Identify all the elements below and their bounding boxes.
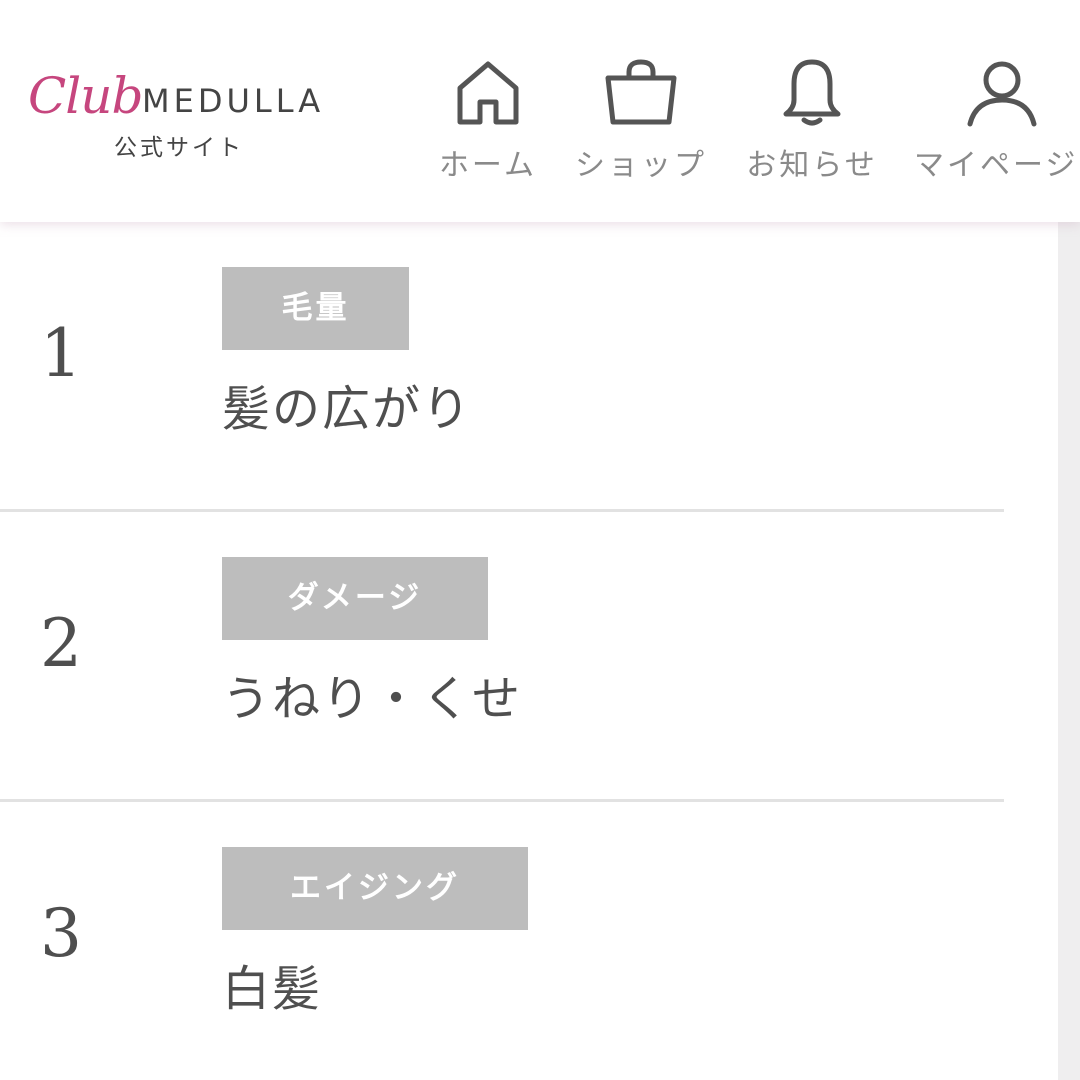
user-icon: [966, 56, 1038, 128]
nav-news[interactable]: お知らせ: [744, 56, 880, 196]
logo-subtitle: 公式サイト: [114, 135, 244, 161]
category-tag: 毛量: [222, 267, 409, 350]
rank-number: 2: [40, 605, 82, 682]
ranking-list: 1 毛量 髪の広がり 2 ダメージ うねり・くせ 3 エイジング 白髪: [0, 222, 1004, 1080]
concern-title: 髪の広がり: [222, 381, 473, 437]
nav-home-label: ホーム: [438, 148, 538, 183]
category-tag: エイジング: [222, 847, 528, 930]
scrollbar-track[interactable]: [1058, 222, 1080, 1080]
bell-icon: [776, 56, 848, 128]
shopping-bag-icon: [605, 56, 677, 128]
category-tag: ダメージ: [222, 557, 488, 640]
ranking-item[interactable]: 3 エイジング 白髪: [0, 802, 1004, 1080]
nav-home[interactable]: ホーム: [432, 56, 544, 196]
home-icon: [452, 56, 524, 128]
rank-number: 3: [40, 895, 82, 972]
logo-brand-name: MEDULLA: [142, 82, 325, 120]
site-logo[interactable]: Club MEDULLA 公式サイト: [28, 66, 358, 176]
site-header: Club MEDULLA 公式サイト ホーム ショップ お知らせ マイページ: [0, 0, 1080, 222]
rank-number: 1: [40, 315, 82, 392]
nav-news-label: お知らせ: [746, 148, 878, 183]
ranking-item[interactable]: 1 毛量 髪の広がり: [0, 222, 1004, 512]
logo-club-script: Club: [28, 67, 143, 125]
concern-title: うねり・くせ: [222, 671, 523, 727]
nav-mypage-label: マイページ: [914, 148, 1079, 183]
nav-mypage[interactable]: マイページ: [914, 56, 1080, 196]
ranking-item[interactable]: 2 ダメージ うねり・くせ: [0, 512, 1004, 802]
nav-shop[interactable]: ショップ: [572, 56, 710, 196]
concern-title: 白髪: [222, 961, 323, 1017]
nav-shop-label: ショップ: [575, 148, 707, 183]
